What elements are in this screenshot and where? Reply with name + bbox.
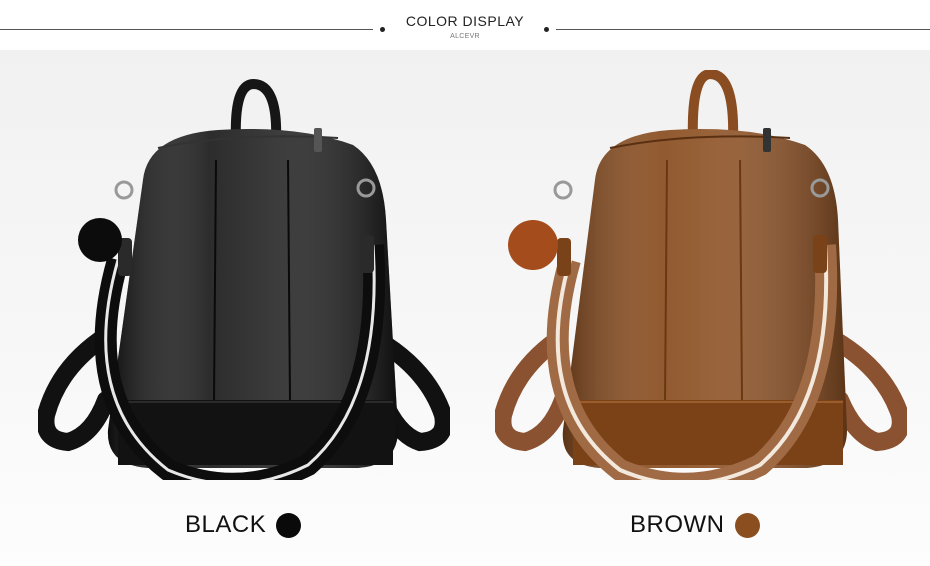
black-backpack-image xyxy=(38,70,450,480)
variant-label-brown[interactable]: BROWN xyxy=(630,510,760,540)
header-rule-left xyxy=(0,29,373,30)
color-swatch-brown[interactable] xyxy=(734,512,760,538)
variant-name: BROWN xyxy=(630,511,725,538)
variant-name: BLACK xyxy=(185,511,267,538)
color-swatch-black[interactable] xyxy=(276,512,302,538)
header-dot-right xyxy=(544,27,549,32)
section-title: COLOR DISPLAY xyxy=(405,13,525,29)
brand-subtitle: ALCEVR xyxy=(450,33,480,40)
variant-label-black[interactable]: BLACK xyxy=(185,510,302,540)
header-rule-right xyxy=(556,29,930,30)
brown-backpack-image xyxy=(495,70,907,480)
section-header: COLOR DISPLAY ALCEVR xyxy=(0,0,930,50)
